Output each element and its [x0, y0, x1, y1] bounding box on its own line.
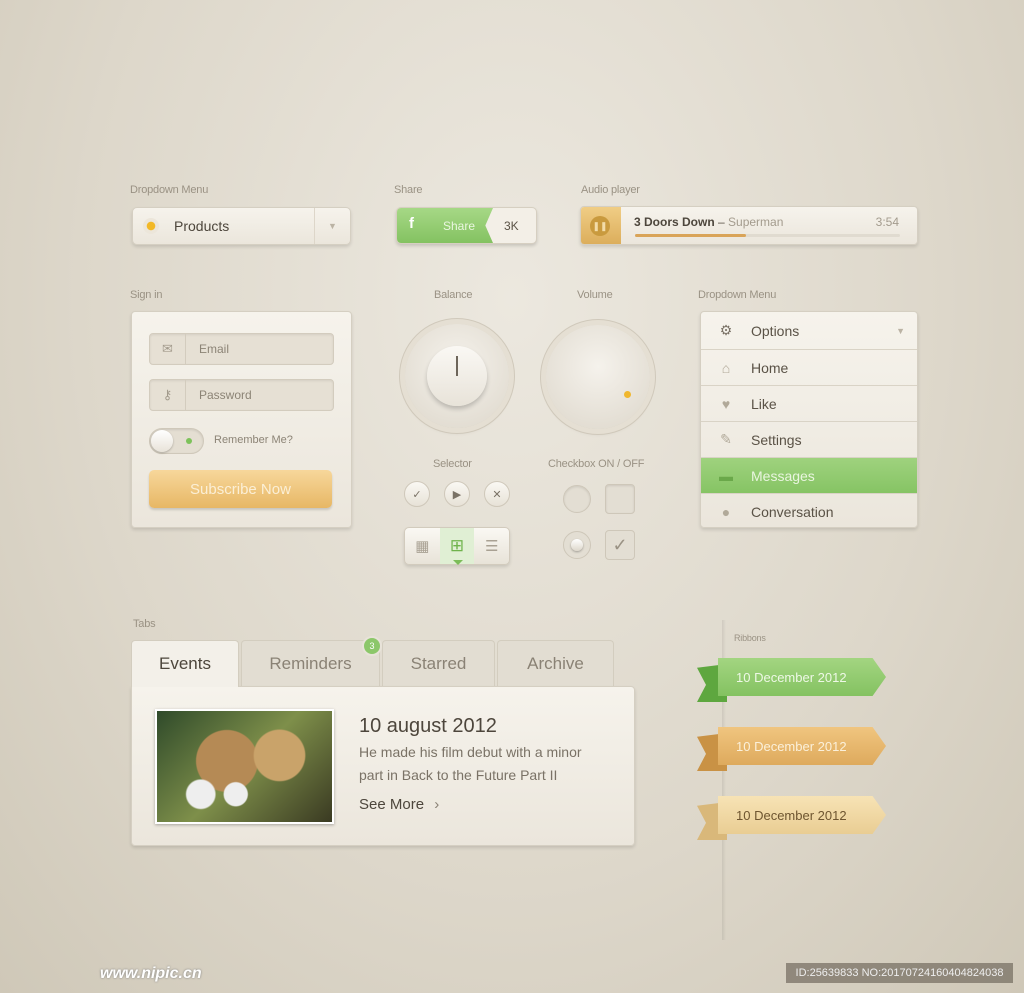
ribbon-orange: 10 December 2012: [718, 727, 886, 765]
signin-panel: ✉ Email ⚷ Password Remember Me? Subscribe …: [131, 311, 352, 528]
menu-item-label: Messages: [751, 467, 815, 484]
home-icon: ⌂: [721, 359, 731, 376]
heart-icon: ♥: [721, 395, 731, 412]
tab-events[interactable]: Events: [131, 640, 239, 687]
selector-label: Selector: [433, 458, 472, 470]
tab-starred[interactable]: Starred: [382, 640, 495, 686]
chevron-right-icon: ›: [434, 796, 440, 813]
see-more-link[interactable]: See More ›: [359, 796, 439, 813]
key-icon: ⚷: [150, 380, 186, 410]
list-icon[interactable]: ☰: [474, 528, 509, 564]
subscribe-button[interactable]: Subscribe Now: [149, 470, 332, 508]
tab-archive[interactable]: Archive: [497, 640, 614, 686]
password-field[interactable]: ⚷ Password: [149, 379, 334, 411]
menu-item-label: Like: [751, 395, 777, 412]
password-placeholder: Password: [199, 388, 252, 402]
close-circle-button[interactable]: ✕: [484, 481, 510, 507]
view-toggle: ▦ ⊞ ☰: [404, 527, 510, 565]
menu-item-label: Conversation: [751, 503, 834, 520]
tab-reminders[interactable]: Reminders: [241, 640, 380, 686]
balance-knob[interactable]: [405, 324, 509, 428]
checkbox-off[interactable]: [605, 484, 635, 514]
ribbon-cream: 10 December 2012: [718, 796, 886, 834]
dropdown-value: Products: [174, 218, 230, 234]
pause-button[interactable]: ❚❚: [590, 216, 610, 236]
checkbox-on[interactable]: ✓: [605, 530, 635, 560]
share-label: Share: [394, 184, 423, 196]
dropdown2-label: Dropdown Menu: [698, 289, 777, 301]
event-title: 10 august 2012: [359, 715, 497, 737]
chevron-down-icon: ▼: [314, 208, 350, 244]
menu-item-label: Home: [751, 359, 789, 376]
audio-label: Audio player: [581, 184, 640, 196]
options-header[interactable]: ⚙ Options ▼: [701, 312, 917, 349]
reminders-badge: 3: [362, 636, 382, 656]
volume-label: Volume: [577, 289, 613, 301]
email-placeholder: Email: [199, 342, 230, 356]
tabs-label: Tabs: [133, 618, 156, 630]
products-dropdown[interactable]: Products ▼: [132, 207, 351, 245]
remember-label: Remember Me?: [214, 434, 293, 446]
movie-thumbnail: [155, 709, 334, 824]
track-time: 3:54: [875, 215, 899, 229]
menu-item-like[interactable]: ♥ Like: [701, 385, 917, 421]
check-circle-button[interactable]: ✓: [404, 481, 430, 507]
dropdown-label: Dropdown Menu: [130, 184, 209, 196]
event-text-2: part in Back to the Future Part II: [359, 767, 558, 783]
share-button[interactable]: f Share 3K: [396, 207, 537, 244]
track-artist: 3 Doors Down: [634, 215, 715, 229]
mail-icon: ▬: [719, 467, 733, 484]
chevron-down-icon: ▼: [896, 325, 905, 336]
menu-item-conversation[interactable]: ● Conversation: [701, 493, 917, 527]
ribbon-green: 10 December 2012: [718, 658, 886, 696]
watermark-site: www.nipic.cn: [100, 965, 202, 982]
options-menu: ⚙ Options ▼ ⌂ Home ♥ Like ✎ Settings ▬ Message…: [700, 311, 918, 528]
track-separator: –: [714, 215, 729, 229]
wrench-icon: ✎: [720, 431, 732, 447]
event-text-1: He made his film debut with a minor: [359, 744, 582, 760]
menu-item-home[interactable]: ⌂ Home: [701, 349, 917, 385]
checkbox-label: Checkbox ON / OFF: [548, 458, 645, 470]
share-count: 3K: [504, 219, 519, 233]
play-circle-button[interactable]: ▶: [444, 481, 470, 507]
menu-item-label: Settings: [751, 431, 802, 448]
watermark-id: ID:25639833 NO:20170724160404824038: [786, 963, 1013, 983]
remember-toggle[interactable]: [149, 428, 204, 454]
envelope-icon: ✉: [150, 334, 186, 364]
email-field[interactable]: ✉ Email: [149, 333, 334, 365]
track-song: Superman: [728, 215, 784, 229]
options-title: Options: [751, 322, 800, 339]
ribbons-label: Ribbons: [734, 633, 766, 643]
chat-icon: ●: [721, 503, 731, 520]
radio-on[interactable]: [563, 531, 591, 559]
share-text: Share: [443, 219, 476, 233]
facebook-icon: f: [409, 215, 414, 232]
grid-large-icon[interactable]: ⊞: [439, 528, 475, 565]
signin-label: Sign in: [130, 289, 163, 301]
radio-off[interactable]: [563, 485, 591, 513]
bulb-icon: [143, 218, 159, 234]
menu-item-settings[interactable]: ✎ Settings: [701, 421, 917, 457]
grid-small-icon[interactable]: ▦: [405, 528, 440, 564]
volume-knob[interactable]: [546, 325, 650, 429]
audio-player: ❚❚ 3 Doors Down – Superman 3:54: [580, 206, 918, 245]
balance-label: Balance: [434, 289, 473, 301]
see-more-text: See More: [359, 796, 425, 813]
menu-item-messages[interactable]: ▬ Messages: [701, 457, 917, 493]
tab-panel: 10 august 2012 He made his film debut wi…: [131, 686, 635, 846]
gear-icon: ⚙: [719, 322, 733, 338]
progress-bar[interactable]: [635, 234, 900, 237]
